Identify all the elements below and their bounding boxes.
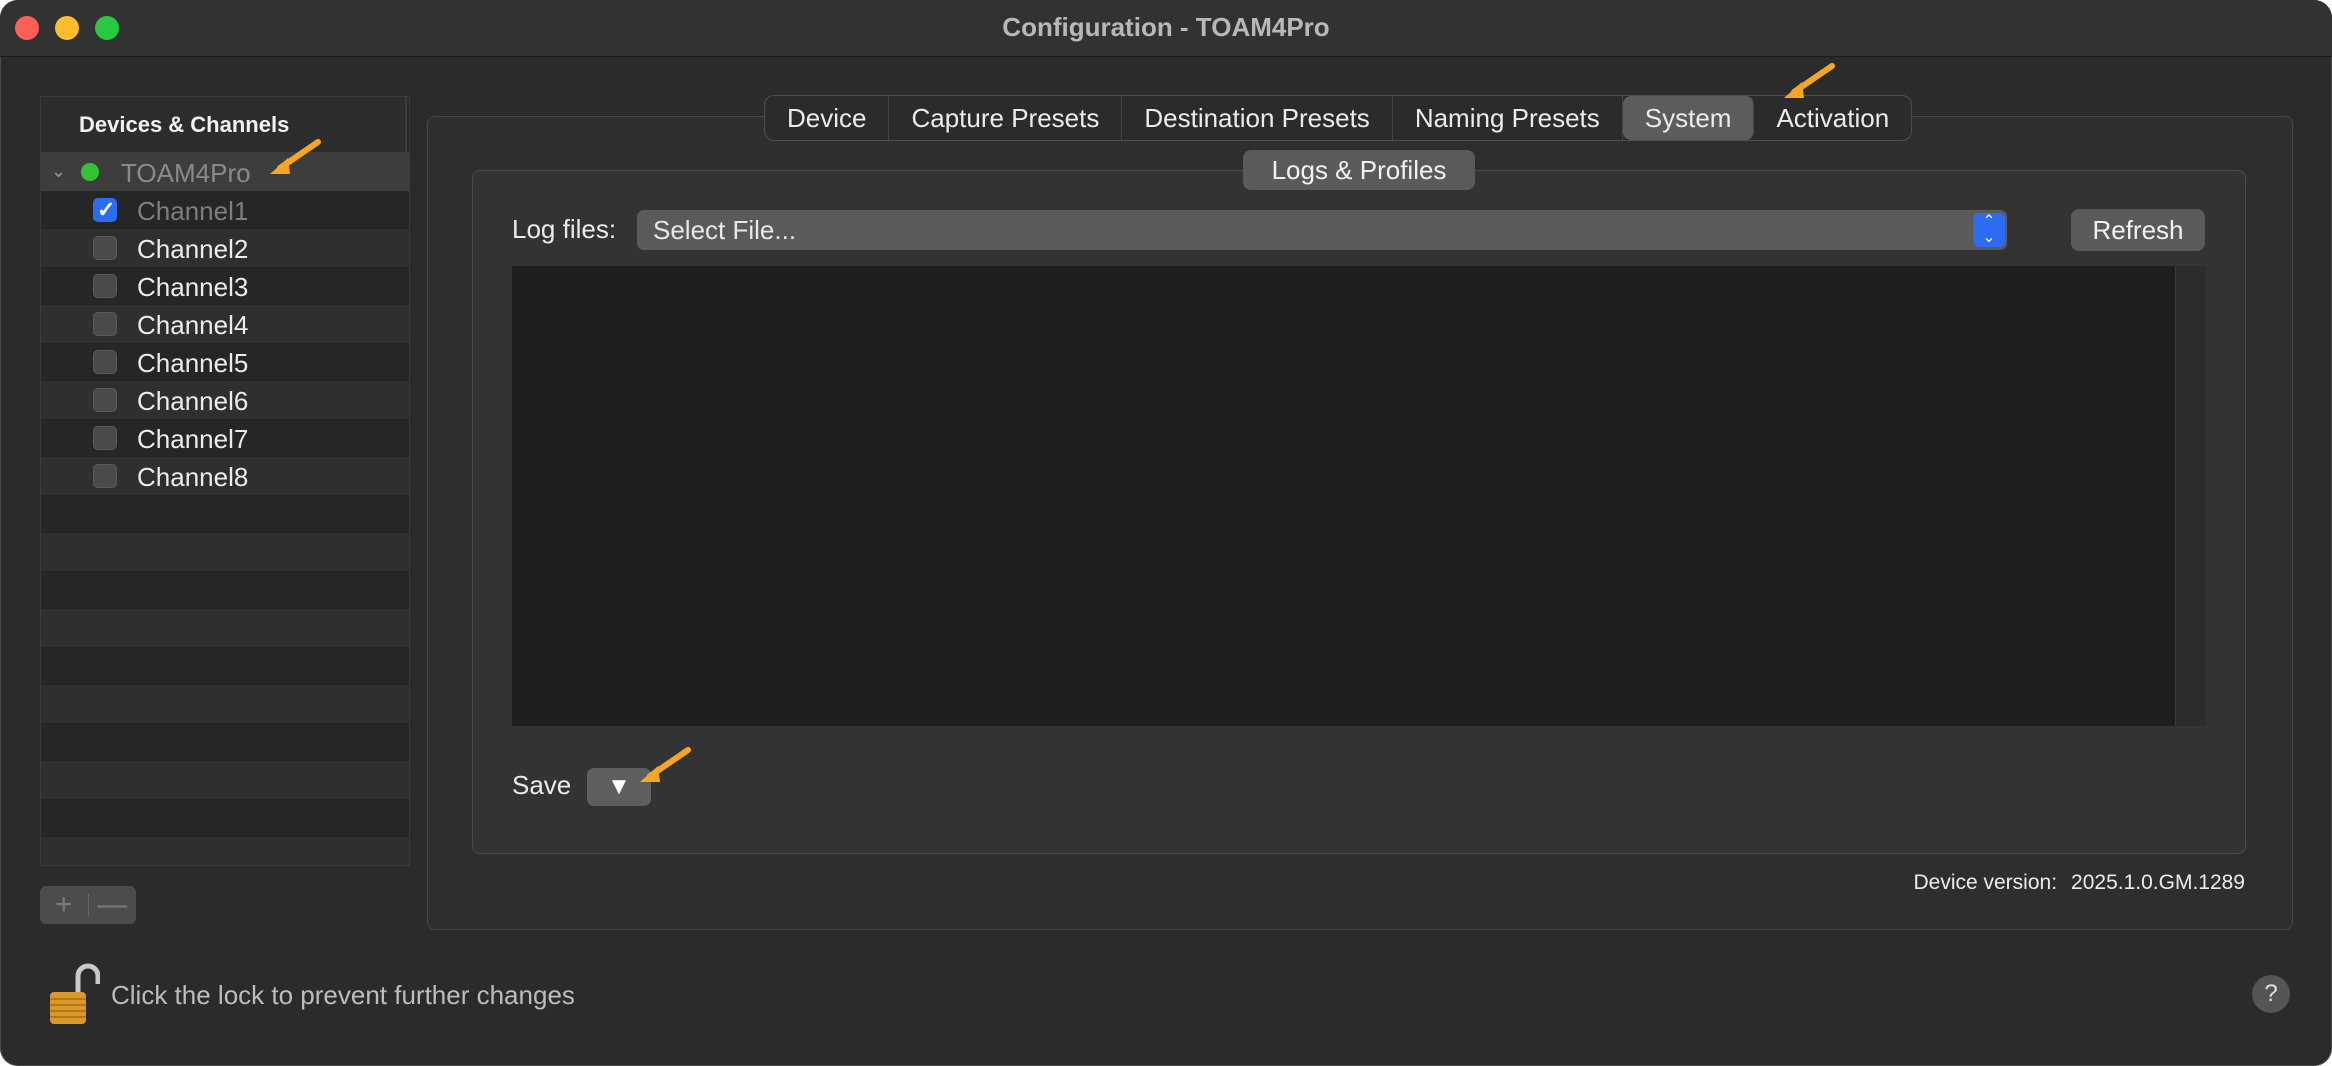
window-title: Configuration - TOAM4Pro — [1002, 12, 1330, 42]
channel-label: Channel3 — [137, 272, 249, 302]
refresh-button[interactable]: Refresh — [2071, 209, 2205, 251]
empty-row — [41, 799, 409, 837]
empty-row — [41, 723, 409, 761]
channel-label: Channel6 — [137, 386, 249, 416]
unlocked-padlock-icon[interactable] — [48, 962, 100, 1026]
chevron-down-icon[interactable]: ⌄ — [51, 161, 66, 182]
channel-row[interactable]: Channel2 — [41, 229, 409, 267]
channel-checkbox[interactable] — [93, 388, 117, 412]
tab-activation[interactable]: Activation — [1754, 96, 1911, 140]
channel-checkbox[interactable] — [93, 350, 117, 374]
sidebar-header: Devices & Channels — [41, 97, 407, 153]
annotation-arrow-icon — [270, 139, 321, 174]
empty-row — [41, 685, 409, 723]
channel-row[interactable]: Channel1 — [41, 191, 409, 229]
tab-capture-presets[interactable]: Capture Presets — [889, 96, 1123, 140]
channel-row[interactable]: Channel3 — [41, 267, 409, 305]
lock-hint-text: Click the lock to prevent further change… — [111, 980, 575, 1010]
empty-row — [41, 533, 409, 571]
device-name: TOAM4Pro — [121, 158, 251, 188]
tab-device[interactable]: Device — [765, 96, 890, 140]
channel-checkbox[interactable] — [93, 197, 117, 223]
add-button[interactable]: + — [40, 886, 88, 924]
channel-label: Channel2 — [137, 234, 249, 264]
tab-destination-presets[interactable]: Destination Presets — [1122, 96, 1393, 140]
channel-label: Channel8 — [137, 462, 249, 492]
channel-row[interactable]: Channel6 — [41, 381, 409, 419]
empty-row — [41, 837, 409, 865]
add-remove-control: + — — [40, 886, 136, 924]
devices-channels-list: Devices & Channels ⌄ TOAM4Pro Channel1 C… — [40, 96, 410, 866]
tab-system[interactable]: System — [1622, 96, 1755, 140]
empty-row — [41, 647, 409, 685]
channel-checkbox[interactable] — [93, 312, 117, 336]
channel-row[interactable]: Channel7 — [41, 419, 409, 457]
empty-row — [41, 761, 409, 799]
configuration-window: Configuration - TOAM4Pro Devices & Chann… — [0, 0, 2332, 1066]
remove-button[interactable]: — — [89, 886, 137, 924]
channel-row[interactable]: Channel5 — [41, 343, 409, 381]
log-content-view[interactable] — [512, 266, 2206, 726]
channel-checkbox[interactable] — [93, 426, 117, 450]
channel-row[interactable]: Channel8 — [41, 457, 409, 495]
channel-label: Channel4 — [137, 310, 249, 340]
channel-row[interactable]: Channel4 — [41, 305, 409, 343]
empty-row — [41, 609, 409, 647]
log-files-label: Log files: — [512, 214, 617, 244]
channel-checkbox[interactable] — [93, 464, 117, 488]
status-dot-icon — [81, 163, 99, 181]
device-version: Device version: 2025.1.0.GM.1289 — [1913, 871, 2245, 895]
device-version-value: 2025.1.0.GM.1289 — [2071, 871, 2245, 894]
channel-label: Channel7 — [137, 424, 249, 454]
device-version-label: Device version: — [1913, 871, 2058, 894]
device-row[interactable]: ⌄ TOAM4Pro — [41, 153, 409, 191]
channel-checkbox[interactable] — [93, 274, 117, 298]
log-file-select[interactable]: Select File... ⌃ ⌄ — [637, 210, 2007, 250]
tab-bar: Device Capture Presets Destination Prese… — [764, 95, 1913, 141]
title-bar: Configuration - TOAM4Pro — [0, 0, 2332, 57]
channel-label: Channel1 — [137, 196, 249, 226]
logs-profiles-title[interactable]: Logs & Profiles — [1243, 150, 1475, 190]
log-file-select-value: Select File... — [653, 215, 797, 245]
save-label: Save — [512, 770, 572, 800]
annotation-arrow-icon — [640, 747, 691, 782]
tab-naming-presets[interactable]: Naming Presets — [1393, 96, 1623, 140]
channel-checkbox[interactable] — [93, 236, 117, 260]
channel-label: Channel5 — [137, 348, 249, 378]
annotation-arrow-icon — [1784, 63, 1835, 98]
log-scrollbar[interactable] — [2175, 266, 2206, 726]
up-down-chevron-icon: ⌃ ⌄ — [1973, 213, 2005, 247]
empty-row — [41, 571, 409, 609]
help-button[interactable]: ? — [2252, 975, 2290, 1013]
empty-row — [41, 495, 409, 533]
